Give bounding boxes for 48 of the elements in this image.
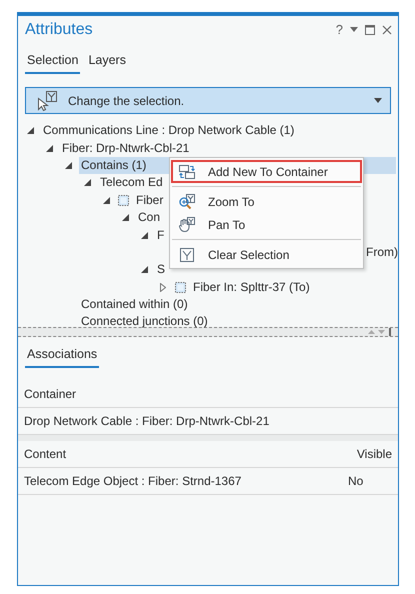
magnifier-icon [178, 193, 196, 210]
menu-item[interactable]: Pan To [171, 213, 362, 236]
menu-item[interactable]: Add New To Container [171, 160, 362, 183]
clear-selection-icon [179, 246, 195, 262]
tab[interactable]: Selection [25, 53, 80, 74]
dropdown-caret-icon [374, 98, 382, 103]
column-header: Visible [356, 447, 392, 461]
tab[interactable]: Associations [25, 347, 100, 368]
expanded-arrow-icon[interactable] [141, 266, 148, 274]
maximize-icon[interactable] [365, 24, 375, 34]
table-cell-text: Telecom Edge Object : Fiber: Strnd-1367 [24, 474, 242, 488]
selection-dropdown[interactable]: Change the selection. [25, 87, 391, 114]
feature-icon [174, 280, 187, 294]
tree-item[interactable]: Fiber In: Splttr-37 (To) [191, 278, 312, 296]
expanded-arrow-icon[interactable] [141, 232, 148, 239]
tree-item[interactable]: From) [364, 244, 400, 261]
tree-item[interactable]: F [155, 226, 166, 244]
tree-item[interactable]: Fiber [134, 192, 166, 209]
menu-item[interactable]: Clear Selection [171, 243, 362, 266]
expanded-arrow-icon[interactable] [65, 162, 72, 169]
table-cell-text: Drop Network Cable : Fiber: Drp-Ntwrk-Cbl-21 [24, 414, 270, 428]
container-icon [178, 164, 196, 180]
feature-icon [117, 194, 130, 207]
column-header: Container [24, 387, 78, 401]
table-cell-text: No [348, 474, 364, 488]
splitter-arrows-icon[interactable] [366, 328, 392, 336]
menu-item[interactable]: Zoom To [171, 190, 362, 213]
hand-icon [178, 216, 196, 233]
expanded-arrow-icon[interactable] [84, 179, 91, 186]
column-header: Content [24, 447, 68, 461]
tree-item[interactable]: Communications Line : Drop Network Cable (1) [41, 122, 296, 140]
tree-item[interactable]: S [155, 261, 168, 278]
expanded-arrow-icon[interactable] [27, 127, 34, 134]
tab[interactable]: Layers [86, 53, 128, 74]
window-title: Attributes [25, 20, 94, 38]
tree-item[interactable]: Connected junctions (0) [79, 313, 210, 330]
tree-item[interactable]: Con [136, 209, 162, 226]
dropdown-caret-icon[interactable] [350, 27, 358, 32]
help-button[interactable]: ? [336, 22, 343, 37]
close-icon[interactable] [382, 24, 392, 34]
tree-item[interactable]: Fiber: Drp-Ntwrk-Cbl-21 [60, 140, 192, 157]
tree-item[interactable]: Telecom Ed [98, 174, 165, 192]
expanded-arrow-icon[interactable] [122, 214, 129, 222]
expanded-arrow-icon[interactable] [46, 144, 53, 152]
select-cursor-icon [36, 90, 60, 112]
expanded-arrow-icon[interactable] [103, 196, 110, 204]
tree-item[interactable]: Contained within (0) [79, 296, 190, 314]
collapsed-arrow-icon[interactable] [160, 282, 166, 292]
